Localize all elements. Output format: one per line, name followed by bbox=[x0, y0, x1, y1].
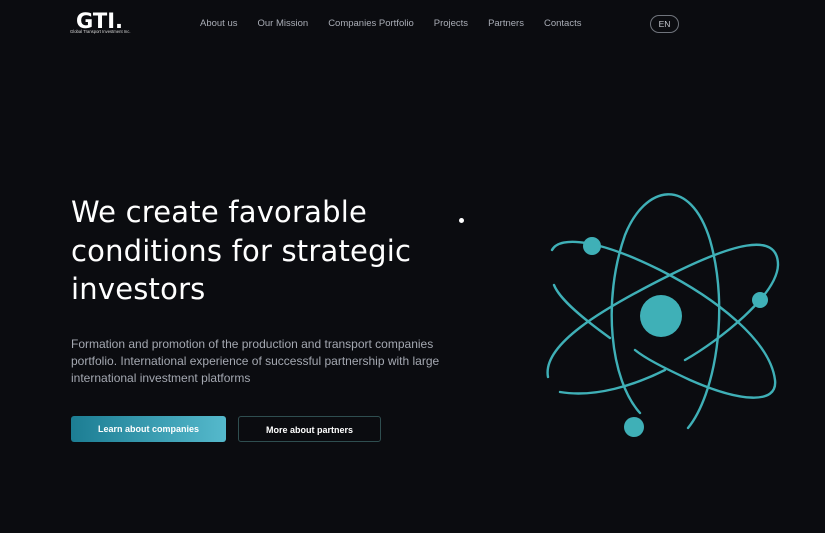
hero-headline-line: investors bbox=[71, 272, 206, 306]
logo[interactable]: GTI. Global Transport Investment Inc. bbox=[70, 10, 140, 38]
hero-headline-line: We create favorable bbox=[71, 195, 367, 229]
hero-headline: We create favorable conditions for strat… bbox=[71, 193, 451, 309]
learn-about-companies-button[interactable]: Learn about companies bbox=[71, 416, 226, 442]
nav-partners[interactable]: Partners bbox=[488, 17, 524, 31]
language-switcher[interactable]: EN bbox=[650, 15, 679, 33]
hero-description: Formation and promotion of the productio… bbox=[71, 336, 481, 387]
more-about-partners-button[interactable]: More about partners bbox=[238, 416, 381, 442]
atom-icon bbox=[546, 193, 780, 437]
nav-our-mission[interactable]: Our Mission bbox=[258, 17, 309, 31]
nav-projects[interactable]: Projects bbox=[434, 17, 468, 31]
nav-companies-portfolio[interactable]: Companies Portfolio bbox=[328, 17, 414, 31]
decorative-dot bbox=[459, 218, 464, 223]
nav-contacts[interactable]: Contacts bbox=[544, 17, 582, 31]
main-nav: About us Our Mission Companies Portfolio… bbox=[200, 17, 601, 31]
site-header: GTI. Global Transport Investment Inc. Ab… bbox=[0, 0, 825, 48]
hero-description-line: Formation and promotion of the productio… bbox=[71, 337, 434, 351]
logo-subtitle: Global Transport Investment Inc. bbox=[70, 29, 131, 34]
nav-about-us[interactable]: About us bbox=[200, 17, 238, 31]
hero-description-line: international investment platforms bbox=[71, 371, 251, 385]
hero-headline-line: conditions for strategic bbox=[71, 233, 412, 268]
hero-description-line: portfolio. International experience of s… bbox=[71, 354, 440, 368]
